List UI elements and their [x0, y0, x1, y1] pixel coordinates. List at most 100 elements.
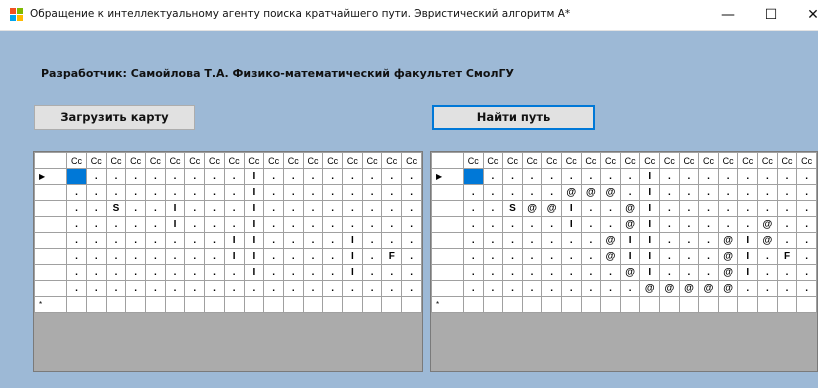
grid-cell[interactable] [482, 296, 504, 313]
grid-cell[interactable]: . [521, 264, 543, 281]
grid-cell[interactable]: . [717, 168, 739, 185]
grid-cell[interactable]: . [757, 184, 778, 201]
grid-cell[interactable]: I [243, 248, 265, 265]
grid-cell[interactable]: . [282, 280, 304, 297]
grid-cell[interactable]: @ [580, 184, 602, 201]
column-header[interactable]: Cc [204, 152, 225, 169]
grid-cell[interactable]: . [401, 232, 422, 249]
grid-cell[interactable]: . [322, 248, 344, 265]
grid-cell[interactable]: I [737, 264, 759, 281]
grid-cell[interactable]: . [521, 184, 543, 201]
grid-cell[interactable]: . [401, 184, 422, 201]
grid-cell[interactable]: . [698, 168, 719, 185]
column-header[interactable]: Cc [381, 152, 403, 169]
grid-cell[interactable] [521, 296, 543, 313]
grid-cell[interactable]: . [678, 184, 700, 201]
grid-cell[interactable]: . [796, 264, 817, 281]
grid-cell[interactable]: . [66, 184, 87, 201]
grid-cell[interactable]: . [85, 200, 107, 217]
grid-cell[interactable]: . [105, 168, 127, 185]
grid-cell[interactable]: . [282, 264, 304, 281]
column-header[interactable]: Cc [482, 152, 504, 169]
grid-cell[interactable]: . [125, 168, 147, 185]
grid-cell[interactable]: . [125, 216, 147, 233]
grid-cell[interactable]: . [223, 264, 245, 281]
row-header[interactable] [431, 264, 464, 281]
grid-cell[interactable]: . [560, 168, 582, 185]
grid-cell[interactable]: I [243, 168, 265, 185]
grid-cell[interactable]: . [678, 200, 700, 217]
row-header[interactable] [431, 248, 464, 265]
grid-cell[interactable]: . [381, 280, 403, 297]
grid-cell[interactable]: . [717, 200, 739, 217]
grid-cell[interactable]: . [302, 232, 324, 249]
grid-cell[interactable] [164, 296, 186, 313]
grid-cell[interactable]: . [521, 216, 543, 233]
grid-cell[interactable]: . [580, 264, 602, 281]
grid-cell[interactable]: I [243, 184, 265, 201]
grid-cell[interactable] [322, 296, 344, 313]
grid-cell[interactable]: . [560, 280, 582, 297]
grid-cell[interactable]: . [678, 248, 700, 265]
grid-cell[interactable]: . [164, 264, 186, 281]
grid-cell[interactable]: . [342, 200, 363, 217]
grid-cell[interactable]: . [796, 200, 817, 217]
grid-cell[interactable]: . [678, 216, 700, 233]
row-header[interactable] [34, 264, 68, 281]
grid-cell[interactable]: . [678, 232, 700, 249]
grid-cell[interactable]: . [482, 248, 504, 265]
grid-cell[interactable]: . [659, 168, 680, 185]
grid-cell[interactable]: . [580, 216, 602, 233]
grid-cell[interactable]: . [322, 264, 344, 281]
grid-cell[interactable]: . [302, 264, 324, 281]
grid-cell[interactable]: . [776, 232, 798, 249]
grid-cell[interactable]: . [600, 216, 621, 233]
column-header[interactable]: Cc [717, 152, 739, 169]
grid-cell[interactable]: . [659, 248, 680, 265]
grid-cell[interactable]: . [737, 184, 759, 201]
grid-cell[interactable] [659, 296, 680, 313]
grid-cell[interactable]: I [639, 264, 661, 281]
grid-cell[interactable]: . [105, 216, 127, 233]
corner-header[interactable] [34, 152, 68, 169]
grid-cell[interactable]: I [243, 216, 265, 233]
grid-cell[interactable]: . [502, 216, 523, 233]
grid-cell[interactable]: . [66, 216, 87, 233]
grid-cell[interactable]: . [401, 200, 422, 217]
column-header[interactable]: Cc [639, 152, 661, 169]
grid-cell[interactable]: . [342, 168, 363, 185]
grid-cell[interactable]: I [737, 248, 759, 265]
grid-cell[interactable]: . [263, 232, 284, 249]
grid-cell[interactable]: . [184, 216, 206, 233]
grid-cell[interactable]: I [639, 248, 661, 265]
grid-cell[interactable]: . [342, 216, 363, 233]
table-row[interactable]: * [34, 296, 422, 313]
grid-cell[interactable]: . [796, 280, 817, 297]
grid-cell[interactable]: . [125, 280, 147, 297]
table-row[interactable]: ▶........ I........ [431, 168, 817, 185]
grid-cell[interactable]: . [796, 216, 817, 233]
grid-cell[interactable]: . [302, 200, 324, 217]
grid-cell[interactable]: . [541, 248, 562, 265]
table-row[interactable]: ........ @ I... @ I... [431, 264, 817, 281]
grid-cell[interactable]: I [639, 200, 661, 217]
grid-cell[interactable]: . [502, 248, 523, 265]
column-header[interactable]: Cc [243, 152, 265, 169]
grid-cell[interactable] [361, 296, 383, 313]
grid-cell[interactable]: . [776, 264, 798, 281]
table-row[interactable]: ....... @ I I... @ I. F. [431, 248, 817, 265]
grid-cell[interactable]: . [322, 232, 344, 249]
column-header[interactable]: Cc [698, 152, 719, 169]
grid-cell[interactable]: . [85, 232, 107, 249]
grid-cell[interactable]: . [482, 168, 504, 185]
column-header[interactable]: Cc [462, 152, 484, 169]
grid-cell[interactable]: @ [717, 280, 739, 297]
grid-cell[interactable]: . [322, 216, 344, 233]
grid-cell[interactable] [263, 296, 284, 313]
grid-cell[interactable]: . [619, 280, 641, 297]
grid-cell[interactable]: . [145, 184, 166, 201]
grid-cell[interactable]: . [600, 280, 621, 297]
grid-cell[interactable]: . [164, 168, 186, 185]
grid-cell[interactable]: . [521, 280, 543, 297]
grid-cell[interactable]: . [580, 200, 602, 217]
